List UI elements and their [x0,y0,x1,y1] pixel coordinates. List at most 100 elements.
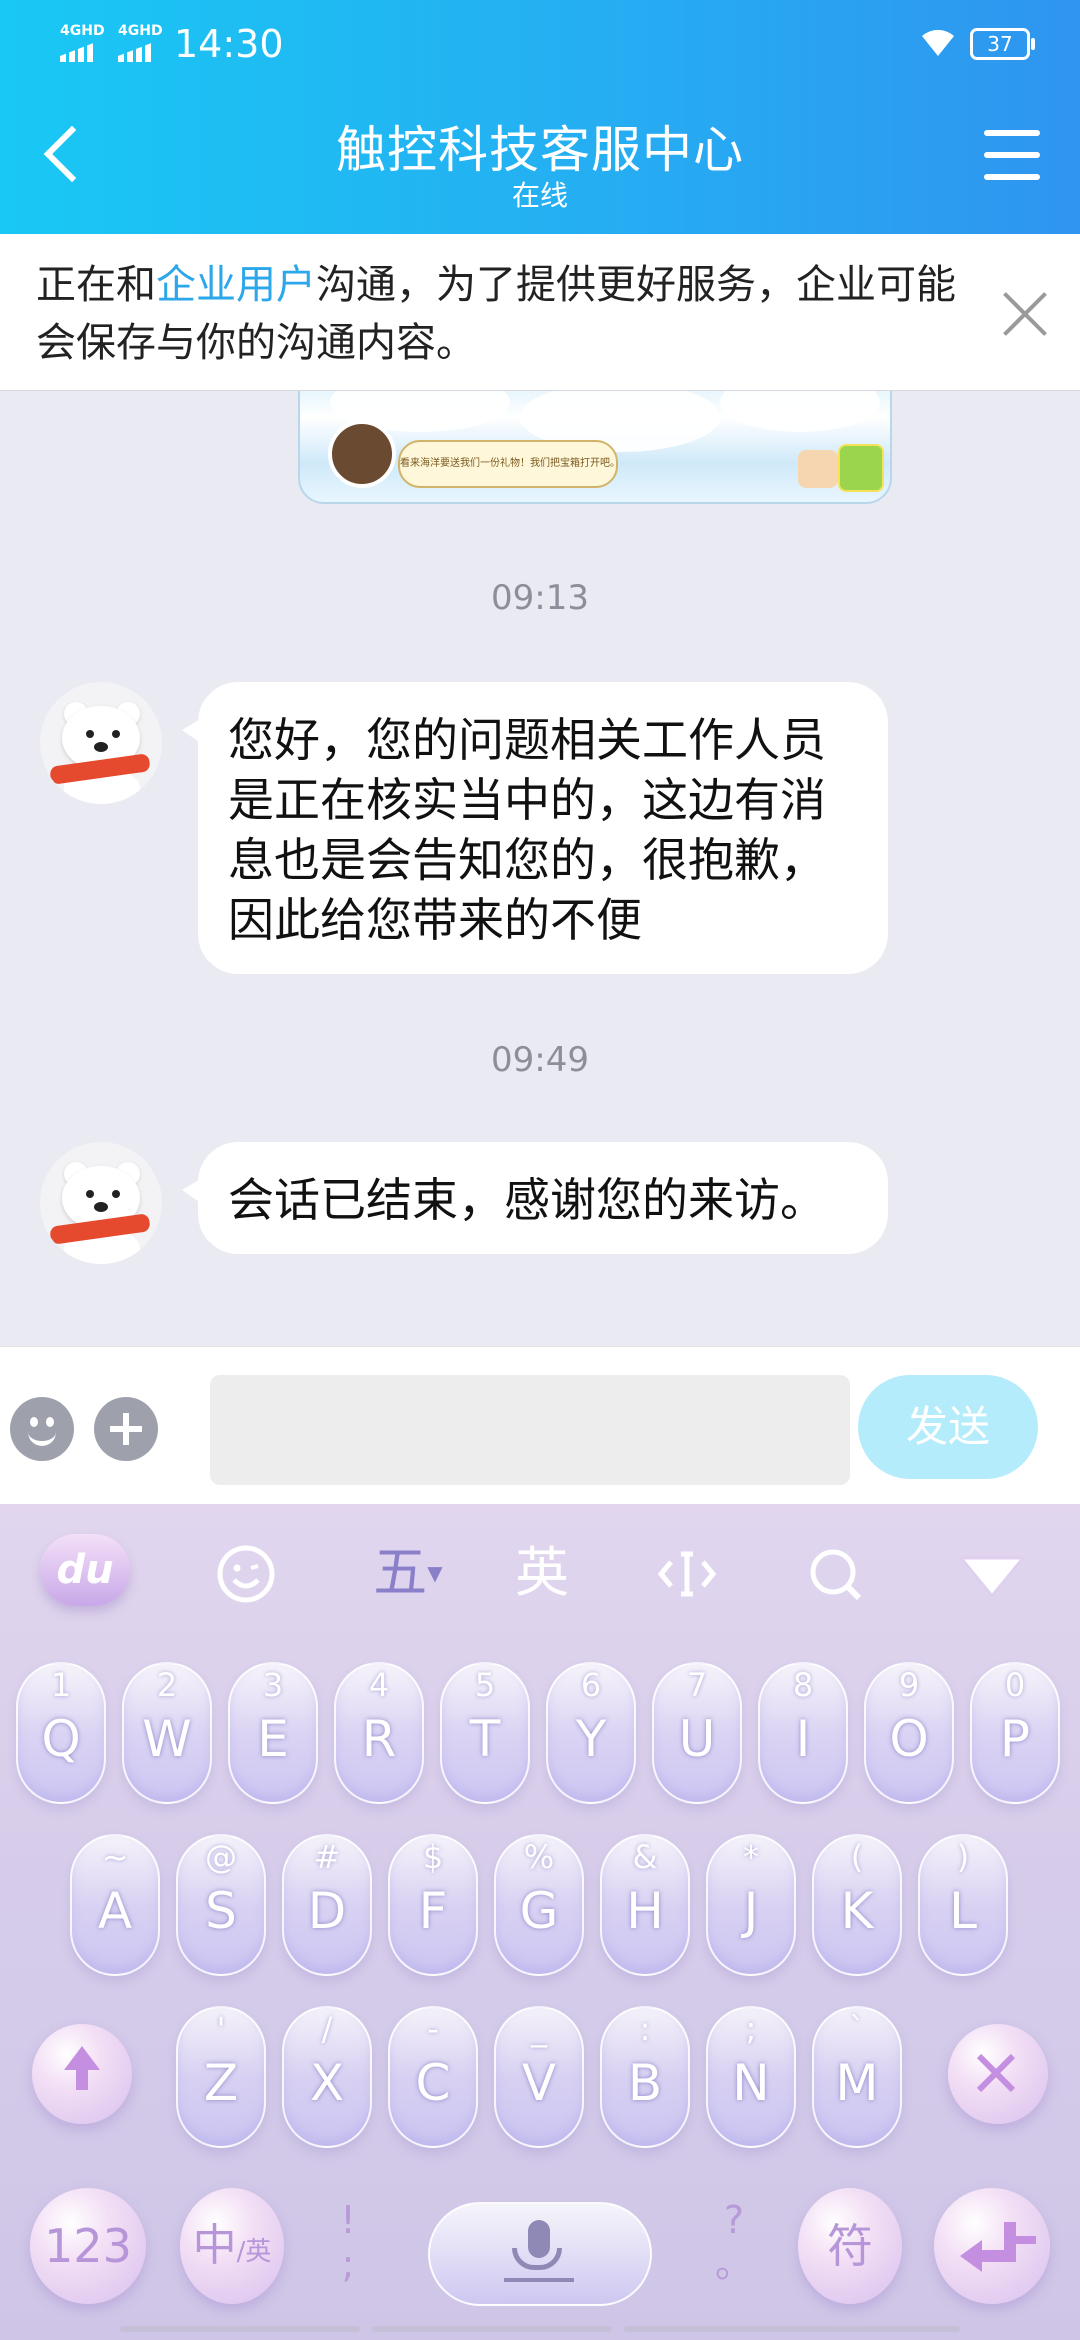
symbol-key[interactable]: 符 [798,2188,902,2304]
key-label: J [743,1882,759,1940]
chat-area[interactable]: 看来海洋要送我们一份礼物！我们把宝箱打开吧。 09:13 您好，您的问题相关工作… [0,390,1080,1346]
key-n[interactable]: ; N [706,2006,796,2148]
question-key[interactable]: ?。 [714,2198,754,2286]
key-sub-label: @ [205,1838,237,1876]
message-input[interactable] [210,1375,850,1485]
input-bar: 发送 [0,1346,1080,1505]
image-message[interactable]: 看来海洋要送我们一份礼物！我们把宝箱打开吧。 [298,390,892,504]
key-sub-label: 7 [686,1666,708,1704]
status-time: 14:30 [174,22,284,66]
key-sub-label: ` [849,2010,865,2048]
key-h[interactable]: & H [600,1834,690,1976]
exclaim-key[interactable]: !; [328,2198,368,2286]
key-o[interactable]: 9O [864,1662,954,1804]
punct-top-label: ? [723,2198,745,2242]
key-sub-label: 6 [580,1666,602,1704]
key-y[interactable]: 6Y [546,1662,636,1804]
key-label: X [309,2054,345,2112]
key-sub-label: ~ [101,1838,129,1876]
agent-avatar[interactable] [40,682,162,804]
key-sub-label: - [427,2010,439,2048]
key-f[interactable]: $ F [388,1834,478,1976]
signal-label-1: 4GHD [60,23,105,39]
keyboard-logo-button[interactable]: du [40,1534,130,1606]
plus-icon[interactable] [94,1397,158,1461]
key-label: W [142,1710,192,1768]
key-sub-label: 8 [792,1666,814,1704]
enter-key[interactable] [934,2188,1050,2304]
key-sub-label: : [639,2010,651,2048]
search-icon[interactable] [800,1538,870,1608]
key-sub-label: ) [956,1838,970,1876]
menu-icon[interactable] [984,130,1040,180]
key-c[interactable]: -C [388,2006,478,2148]
key-l[interactable]: ) L [918,1834,1008,1976]
key-label: A [97,1882,133,1940]
key-x[interactable]: / X [282,2006,372,2148]
shift-key[interactable] [32,2024,132,2124]
english-toggle[interactable]: 英 [510,1538,574,1608]
enterprise-user-link[interactable]: 企业用户 [156,262,316,308]
message-timestamp: 09:13 [491,578,589,618]
key-u[interactable]: 7U [652,1662,742,1804]
battery-icon: 37 [970,28,1035,60]
key-label: N [732,2054,770,2112]
key-e[interactable]: 3E [228,1662,318,1804]
cursor-icon[interactable] [652,1538,722,1608]
key-label: H [626,1882,664,1940]
punct-bottom-label: ; [341,2242,355,2286]
key-sub-label: 2 [156,1666,178,1704]
key-label: M [835,2054,879,2112]
emoji-icon[interactable] [10,1397,74,1461]
numbers-key[interactable]: 123 [30,2188,146,2304]
message-bubble[interactable]: 会话已结束，感谢您的来访。 [182,1142,888,1254]
collapse-keyboard-icon[interactable] [954,1538,1030,1608]
key-b[interactable]: :B [600,2006,690,2148]
emoji-toolbar-icon[interactable] [214,1538,278,1608]
key-label: B [627,2054,663,2112]
key-label: P [999,1710,1031,1768]
lang-main-label: 中 [192,2220,237,2271]
key-sub-label: % [523,1838,555,1876]
key-q[interactable]: 1Q [16,1662,106,1804]
key-j[interactable]: * J [706,1834,796,1976]
key-label: K [840,1882,874,1940]
agent-avatar[interactable] [40,1142,162,1264]
send-button[interactable]: 发送 [858,1375,1038,1479]
key-sub-label: 0 [1004,1666,1026,1704]
message-bubble[interactable]: 您好，您的问题相关工作人员是正在核实当中的，这边有消息也是会告知您的，很抱歉，因… [182,682,888,974]
key-sub-label: 4 [368,1666,390,1704]
key-sub-label: / [321,2010,333,2048]
notice-prefix: 正在和 [36,262,156,308]
key-s[interactable]: @ S [176,1834,266,1976]
key-label: Z [203,2054,239,2112]
key-w[interactable]: 2W [122,1662,212,1804]
key-r[interactable]: 4R [334,1662,424,1804]
wubi-input-toggle[interactable]: 五▼ [366,1538,450,1608]
key-sub-label: 3 [262,1666,284,1704]
key-v[interactable]: _ V [494,2006,584,2148]
key-sub-label: 9 [898,1666,920,1704]
space-key[interactable] [428,2202,652,2306]
punct-top-label: ! [340,2198,356,2242]
key-sub-label: 5 [474,1666,496,1704]
key-i[interactable]: 8I [758,1662,848,1804]
key-k[interactable]: (K [812,1834,902,1976]
key-d[interactable]: # D [282,1834,372,1976]
language-switch-key[interactable]: 中/英 [180,2188,284,2304]
key-label: S [205,1882,237,1940]
key-a[interactable]: ~ A [70,1834,160,1976]
key-label: F [418,1882,448,1940]
delete-key[interactable] [948,2024,1048,2124]
signal-icon: 4GHD [118,24,163,62]
close-icon[interactable] [1000,290,1050,340]
key-t[interactable]: 5T [440,1662,530,1804]
key-p[interactable]: 0P [970,1662,1060,1804]
key-sub-label: ( [850,1838,864,1876]
key-m[interactable]: ` M [812,2006,902,2148]
key-g[interactable]: % G [494,1834,584,1976]
key-sub-label: & [632,1838,658,1876]
key-z[interactable]: ' Z [176,2006,266,2148]
lang-sub-label: /英 [236,2237,272,2267]
key-sub-label: ; [745,2010,757,2048]
